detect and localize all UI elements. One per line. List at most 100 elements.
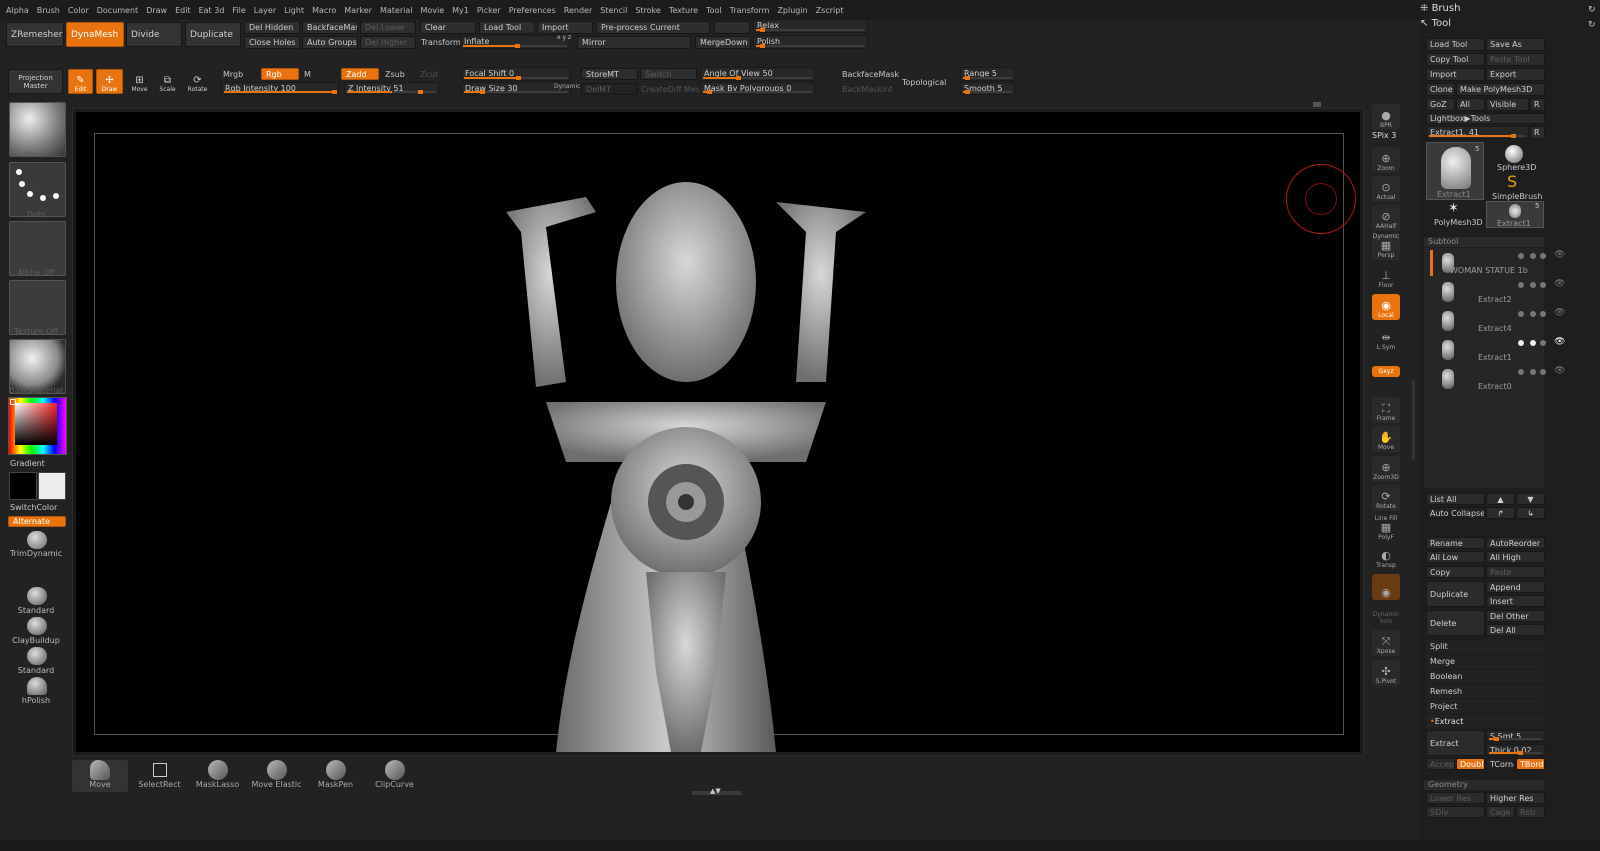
del-all-button[interactable]: Del All [1486,624,1545,636]
menu-item-my1[interactable]: My1 [452,6,469,15]
polypaint-toggle-icon[interactable] [1540,369,1546,375]
main-color-swatch[interactable] [38,472,66,500]
backface-mask-toggle[interactable]: BackfaceMask [842,70,899,79]
duplicate-button[interactable]: Duplicate [185,22,241,47]
rgb-intensity-slider[interactable]: Rgb Intensity 100 [221,82,339,95]
spix-slider[interactable]: SPix 3 [1372,131,1396,140]
tool-thumbnail-extract1[interactable]: 5 Extract1 [1426,142,1484,200]
alternate-button[interactable]: Alternate [8,516,66,527]
relax-slider[interactable]: Relax [753,19,868,33]
polymesh3d-icon[interactable]: ✶ [1448,201,1459,216]
sdiv-slider[interactable]: SDiv [1426,806,1485,818]
menu-item-layer[interactable]: Layer [254,6,276,15]
ghost-button[interactable]: ◉ [1372,574,1400,600]
import-button[interactable]: Import [537,21,593,34]
thick-slider[interactable]: Thick 0.02 [1486,744,1545,756]
tborde-toggle[interactable]: TBorde [1516,758,1545,770]
toggle-dot-icon[interactable] [1530,282,1536,288]
auto-reorder-button[interactable]: AutoReorder [1486,537,1545,549]
save-as-button[interactable]: Save As [1486,38,1545,51]
toggle-dot-icon[interactable] [1530,253,1536,259]
merge-down-button[interactable]: MergeDown [695,36,751,49]
menu-item-light[interactable]: Light [284,6,304,15]
remesh-section[interactable]: Remesh [1426,685,1545,698]
clone-button[interactable]: Clone [1426,83,1455,96]
switch-color-button[interactable]: SwitchColor [10,503,57,512]
del-hidden-button[interactable]: Del Hidden [244,21,300,34]
menu-item-preferences[interactable]: Preferences [509,6,556,15]
goz-all-button[interactable]: All [1456,98,1485,111]
z-intensity-slider[interactable]: Z Intensity 51 [344,82,439,95]
visibility-eye-icon[interactable]: 👁 [1554,308,1565,318]
rename-button[interactable]: Rename [1426,537,1485,549]
spivot-button[interactable]: ✣ S.Pivot [1372,660,1400,686]
secondary-color-swatch[interactable] [9,472,37,500]
move-up-button[interactable]: ▲ [1486,493,1515,505]
move-elastic-button[interactable]: Move Elastic [249,760,304,792]
tool-r-button[interactable]: R [1530,126,1545,139]
move-down-button[interactable]: ▼ [1516,493,1545,505]
toggle-dot-icon[interactable] [1518,311,1524,317]
dynamesh-button[interactable]: DynaMesh [66,22,124,47]
rstr-button[interactable]: Rstr [1516,806,1545,818]
mirror-button[interactable]: Mirror [577,36,691,49]
del-lower-button[interactable]: Del Lower [360,21,416,34]
del-mt-button[interactable]: DelMT [581,83,638,95]
topological-toggle[interactable]: Topological [902,78,946,87]
menu-item-tool[interactable]: Tool [706,6,722,15]
polypaint-toggle-icon[interactable] [1540,253,1546,259]
insert-button[interactable]: Insert [1486,595,1545,607]
brush-menu-title[interactable]: ⁜ Brush [1420,3,1460,14]
tcorne-toggle[interactable]: TCorne [1486,758,1515,770]
edit-button[interactable]: ✎ Edit [68,69,93,94]
menu-item-eat-3d[interactable]: Eat 3d [199,6,225,15]
statue-model[interactable] [476,172,916,752]
actual-button[interactable]: ⊙ Actual [1372,176,1400,202]
hpolish-brush-icon[interactable] [27,677,47,695]
current-tool-slider[interactable]: Extract1. 41 [1426,126,1529,139]
goz-r-button[interactable]: R [1530,98,1545,111]
select-rect-button[interactable]: SelectRect [132,760,187,792]
load-tool-button[interactable]: Load Tool [1426,38,1485,51]
menu-item-movie[interactable]: Movie [420,6,444,15]
mask-pen-button[interactable]: MaskPen [308,760,363,792]
aahalf-button[interactable]: ⊘ AAHalf [1372,205,1400,231]
menu-item-transform[interactable]: Transform [730,6,770,15]
list-all-button[interactable]: List All [1426,493,1485,505]
scale-mode-button[interactable]: ⧉ Scale [155,69,180,94]
m-toggle[interactable]: M [304,70,311,79]
zadd-toggle[interactable]: Zadd [341,68,379,80]
menu-item-edit[interactable]: Edit [175,6,191,15]
move-brush-button[interactable]: Move [72,760,128,792]
backface-mask-button[interactable]: BackfaceMask [302,21,358,34]
visibility-eye-icon[interactable]: 👁 [1554,337,1565,347]
arrow-right-down-button[interactable]: ↳ [1516,507,1545,519]
floor-button[interactable]: ⊥ Floor [1372,264,1400,290]
menu-item-file[interactable]: File [232,6,245,15]
mask-lasso-button[interactable]: MaskLasso [190,760,245,792]
paste-subtool-button[interactable]: Paste [1486,566,1545,578]
subtool-row[interactable]: 👁 Extract0 [1440,366,1565,395]
viewport[interactable] [76,112,1360,752]
persp-button[interactable]: Dynamic ▦ Persp [1372,233,1400,260]
accept-button[interactable]: Accept [1426,758,1455,770]
menu-item-stroke[interactable]: Stroke [635,6,661,15]
tool-thumbnail-extract1b[interactable]: 5 Extract1 [1486,201,1544,228]
clay-buildup-brush-icon[interactable] [27,617,47,635]
empty-button[interactable] [714,21,750,34]
load-tool-button[interactable]: Load Tool [479,21,535,34]
menu-item-stencil[interactable]: Stencil [600,6,627,15]
subtool-list[interactable]: 👁 WOMAN STATUE 1b 👁 Extract2 👁 Extract4 👁 Extra… [1424,248,1565,488]
lsym-button[interactable]: ⇹ L.Sym [1372,326,1400,352]
menu-item-zplugin[interactable]: Zplugin [777,6,807,15]
frame-button[interactable]: ⛶ Frame [1372,397,1400,423]
import-button[interactable]: Import [1426,68,1485,81]
auto-groups-button[interactable]: Auto Groups [302,36,358,49]
menu-item-material[interactable]: Material [380,6,413,15]
extract-button[interactable]: Extract [1426,730,1485,756]
export-button[interactable]: Export [1486,68,1545,81]
subtool-row[interactable]: 👁 WOMAN STATUE 1b [1440,250,1565,279]
copy-subtool-button[interactable]: Copy [1426,566,1485,578]
all-low-button[interactable]: All Low [1426,551,1485,563]
polyf-button[interactable]: Line Fill ▦ PolyF [1372,514,1400,542]
